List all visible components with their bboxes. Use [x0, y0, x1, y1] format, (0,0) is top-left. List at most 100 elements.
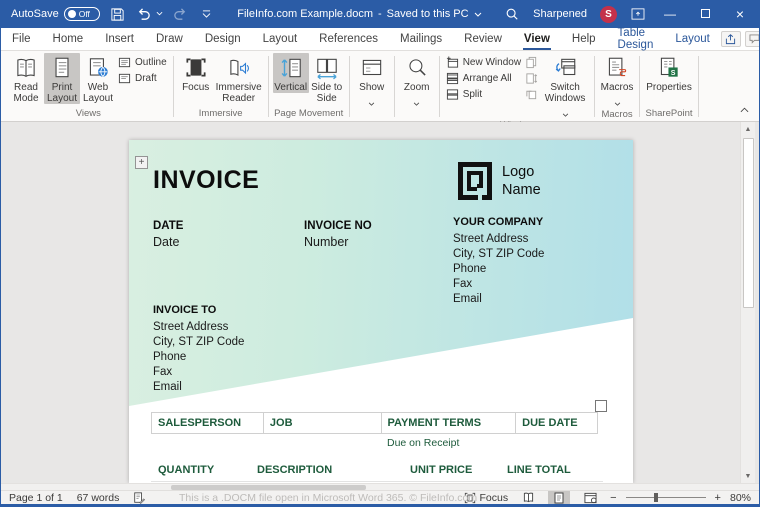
tab-table-design[interactable]: Table Design — [607, 27, 665, 51]
vertical-scrollbar[interactable]: ▲ ▼ — [740, 122, 755, 483]
new-window-button[interactable]: New Window — [446, 56, 521, 69]
macros-button[interactable]: Macros — [599, 53, 635, 109]
invoice-to-line: Street Address — [153, 321, 229, 333]
tab-references[interactable]: References — [308, 28, 389, 50]
arrange-all-button[interactable]: Arrange All — [446, 72, 521, 85]
focus-mode-label: Focus — [479, 491, 509, 504]
vertical-scrollbar-thumb[interactable] — [742, 138, 754, 308]
outline-button[interactable]: Outline — [118, 56, 167, 69]
due-date-header[interactable]: DUE DATE — [515, 412, 598, 434]
tab-review[interactable]: Review — [453, 28, 513, 50]
company-address-line: Fax — [453, 278, 473, 290]
saved-status[interactable]: Saved to this PC — [387, 8, 469, 20]
word-window: AutoSave Off FileInfo.com Example.docm -… — [0, 0, 760, 507]
proofing-icon[interactable] — [133, 491, 146, 504]
saved-status-chevron-icon[interactable] — [474, 12, 482, 17]
invoice-to-block: Street Address City, ST ZIP Code Phone F… — [153, 320, 244, 395]
immersive-reader-button[interactable]: Immersive Reader — [214, 53, 264, 104]
switch-windows-button[interactable]: Switch Windows — [540, 53, 590, 120]
properties-button[interactable]: S Properties — [644, 53, 694, 93]
focus-button[interactable]: Focus — [178, 53, 214, 93]
tab-draw[interactable]: Draw — [145, 28, 194, 50]
tab-layout[interactable]: Layout — [252, 28, 309, 50]
job-header[interactable]: JOB — [262, 412, 382, 434]
search-icon[interactable] — [504, 6, 520, 22]
comment-icon — [749, 34, 759, 44]
tab-help[interactable]: Help — [561, 28, 607, 50]
content-control-checkbox[interactable] — [595, 400, 607, 412]
payment-terms-value[interactable]: Due on Receipt — [387, 437, 459, 449]
read-mode-button[interactable]: Read Mode — [8, 53, 44, 104]
read-mode-icon — [13, 55, 39, 81]
arrange-all-label: Arrange All — [462, 73, 512, 84]
tab-mailings[interactable]: Mailings — [389, 28, 453, 50]
window-title: FileInfo.com Example.docm - Saved to thi… — [215, 8, 504, 20]
company-address-line: Phone — [453, 263, 487, 275]
undo-dropdown-icon[interactable] — [156, 11, 163, 18]
macros-chevron-icon — [614, 94, 621, 109]
split-button[interactable]: Split — [446, 88, 521, 101]
table-move-handle[interactable]: + — [135, 156, 148, 169]
payment-terms-header[interactable]: PAYMENT TERMS — [380, 412, 517, 434]
draft-button[interactable]: Draft — [118, 72, 167, 85]
line-total-header[interactable]: LINE TOTAL — [507, 464, 571, 476]
comments-button[interactable] — [744, 31, 759, 47]
invoice-details-table: SALESPERSON JOB PAYMENT TERMS DUE DATE — [151, 412, 598, 434]
web-layout-button[interactable]: Web Layout — [80, 53, 116, 104]
maximize-button[interactable] — [694, 7, 716, 21]
web-layout-view-button[interactable] — [579, 491, 601, 504]
tab-view[interactable]: View — [513, 28, 561, 50]
scroll-up-icon[interactable]: ▲ — [745, 122, 752, 136]
print-layout-view-button[interactable] — [548, 491, 571, 504]
quantity-header[interactable]: QUANTITY — [158, 464, 214, 476]
autosave-toggle[interactable]: AutoSave Off — [11, 7, 100, 21]
page-info[interactable]: Page 1 of 1 — [9, 492, 63, 504]
description-header[interactable]: DESCRIPTION — [257, 464, 332, 476]
zoom-slider[interactable] — [625, 493, 706, 502]
user-name[interactable]: Sharpened — [533, 8, 587, 20]
close-button[interactable]: × — [729, 6, 751, 22]
show-button[interactable]: Show — [354, 53, 390, 109]
zoom-out-button[interactable]: − — [610, 492, 616, 504]
immersive-reader-icon — [226, 55, 252, 81]
salesperson-header[interactable]: SALESPERSON — [151, 412, 264, 434]
tab-design[interactable]: Design — [194, 28, 252, 50]
horizontal-scrollbar[interactable] — [1, 483, 759, 490]
tab-insert[interactable]: Insert — [94, 28, 145, 50]
save-icon[interactable] — [110, 6, 126, 22]
invoice-title: INVOICE — [153, 166, 260, 194]
vertical-button[interactable]: Vertical — [272, 53, 309, 93]
scroll-down-icon[interactable]: ▼ — [745, 469, 752, 483]
zoom-percent[interactable]: 80% — [730, 492, 751, 504]
unit-price-header[interactable]: UNIT PRICE — [410, 464, 472, 476]
ribbon-group-sharepoint: S Properties SharePoint — [641, 53, 697, 121]
ribbon-display-options-icon[interactable] — [630, 6, 646, 22]
tab-home[interactable]: Home — [42, 28, 95, 50]
collapse-ribbon-icon[interactable] — [740, 100, 749, 118]
zoom-in-button[interactable]: + — [715, 492, 721, 504]
avatar[interactable]: S — [600, 5, 617, 23]
web-layout-label: Web Layout — [82, 82, 114, 104]
page-movement-group-label: Page Movement — [274, 108, 344, 119]
undo-icon[interactable] — [136, 6, 152, 22]
tab-table-layout[interactable]: Layout — [664, 28, 721, 50]
view-side-by-side-icon[interactable] — [525, 56, 538, 69]
zoom-slider-thumb[interactable] — [653, 493, 658, 502]
zoom-icon — [404, 55, 430, 81]
share-button[interactable] — [720, 31, 741, 47]
split-label: Split — [462, 89, 483, 100]
views-group-label: Views — [75, 108, 101, 119]
minimize-button[interactable]: — — [659, 7, 681, 21]
tab-file[interactable]: File — [1, 28, 42, 50]
word-count[interactable]: 67 words — [77, 492, 120, 504]
customize-toolbar-icon[interactable] — [199, 6, 215, 22]
switch-windows-label: Switch Windows — [544, 82, 586, 104]
side-to-side-button[interactable]: Side to Side — [309, 53, 345, 104]
company-address-line: City, ST ZIP Code — [453, 248, 545, 260]
document-page[interactable]: + INVOICE DATE Date INVOICE NO Number Lo… — [129, 140, 633, 483]
autosave-switch[interactable]: Off — [63, 7, 100, 21]
zoom-button[interactable]: Zoom — [399, 53, 435, 109]
title-separator: - — [377, 8, 382, 20]
print-layout-button[interactable]: Print Layout — [44, 53, 80, 104]
read-mode-view-button[interactable] — [517, 491, 539, 504]
